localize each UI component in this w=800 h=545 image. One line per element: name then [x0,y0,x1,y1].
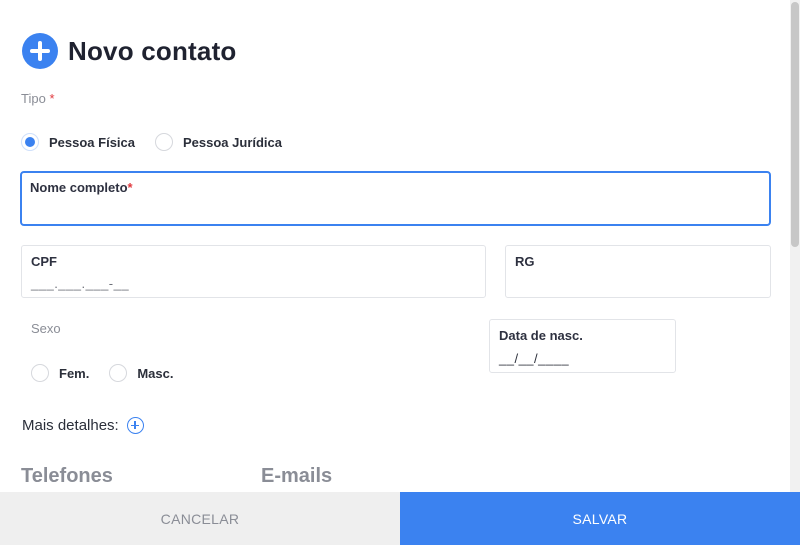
save-button[interactable]: SALVAR [400,492,800,545]
data-nascimento-field[interactable]: Data de nasc. __/__/____ [489,319,676,373]
dialog-footer: CANCELAR SALVAR [0,492,800,545]
new-contact-dialog: Novo contato Tipo * Pessoa Física Pessoa… [0,0,800,545]
nome-completo-label: Nome completo* [30,180,133,195]
radio-pessoa-juridica[interactable]: Pessoa Jurídica [155,133,282,151]
radio-label: Masc. [137,365,174,381]
tipo-label: Tipo * [21,91,55,106]
radio-label: Fem. [59,365,90,381]
required-mark: * [127,180,133,195]
radio-label: Pessoa Jurídica [183,134,282,150]
sexo-radio-group: Fem. Masc. [31,364,193,382]
plus-circle-icon [22,33,58,69]
rg-label: RG [515,254,535,269]
tipo-label-text: Tipo [21,91,46,106]
tipo-radio-group: Pessoa Física Pessoa Jurídica [21,133,302,151]
nome-completo-label-text: Nome completo [30,180,128,195]
radio-button[interactable] [109,364,128,382]
radio-fem[interactable]: Fem. [31,364,89,382]
cpf-label: CPF [31,254,57,269]
data-nascimento-label: Data de nasc. [499,328,583,343]
scrollbar[interactable] [790,0,800,492]
radio-masc[interactable]: Masc. [109,364,173,382]
cpf-field[interactable]: CPF ___.___.___-__ [21,245,486,298]
telefones-section-title: Telefones [21,465,113,487]
nome-completo-field[interactable]: Nome completo* [20,171,771,226]
radio-label: Pessoa Física [49,134,135,150]
mais-detalhes-label: Mais detalhes: [22,417,119,434]
plus-circle-outline-icon[interactable] [126,417,144,434]
page-title: Novo contato [68,35,237,66]
emails-section-title: E-mails [261,465,333,487]
sexo-label: Sexo [31,321,61,336]
scrollbar-thumb[interactable] [791,2,799,247]
cpf-value[interactable]: ___.___.___-__ [31,276,129,291]
rg-field[interactable]: RG [505,245,771,298]
radio-button[interactable] [155,133,173,151]
required-mark: * [49,91,55,106]
cancel-button[interactable]: CANCELAR [0,492,400,545]
radio-button-checked[interactable] [21,133,39,151]
radio-pessoa-fisica[interactable]: Pessoa Física [21,133,135,151]
dialog-header: Novo contato [22,33,237,69]
mais-detalhes: Mais detalhes: [22,417,144,434]
data-nascimento-value[interactable]: __/__/____ [499,351,569,366]
radio-button[interactable] [31,364,49,382]
